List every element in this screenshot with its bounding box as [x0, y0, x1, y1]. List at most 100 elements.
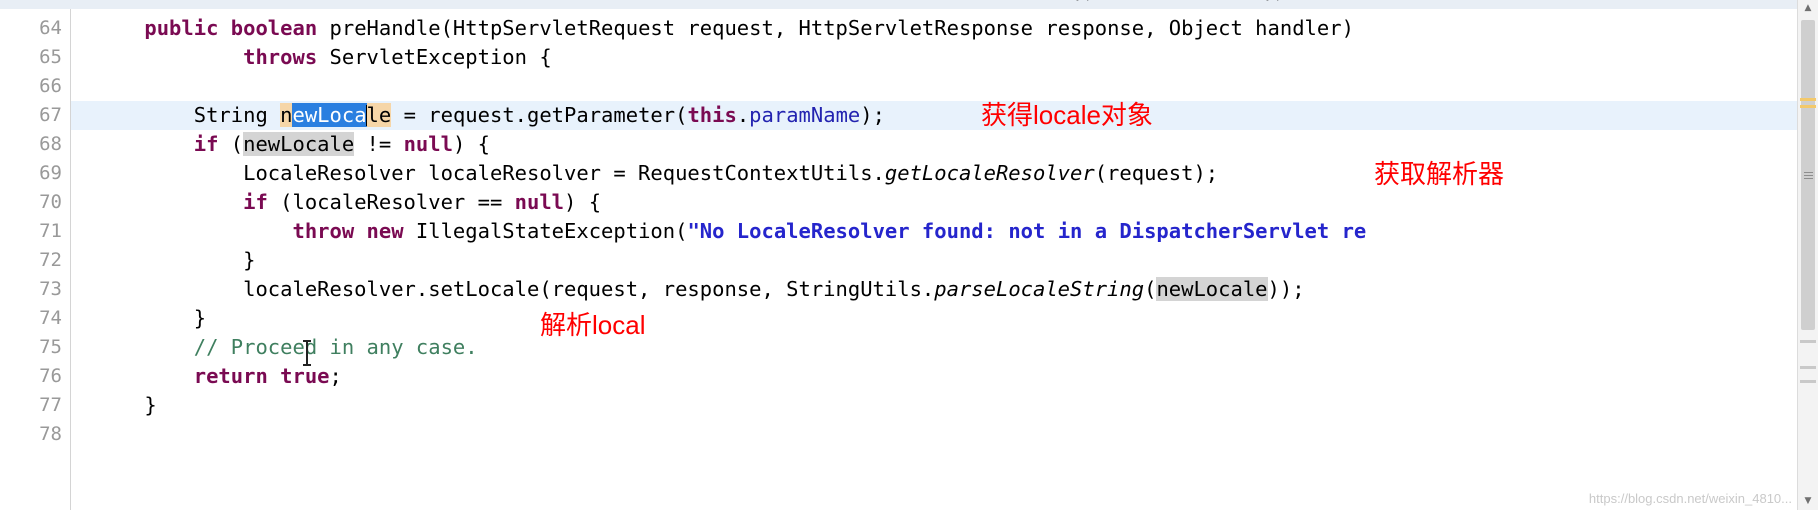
code-line[interactable]: } — [71, 391, 1798, 420]
code-token: } — [95, 393, 157, 417]
code-token: return true — [193, 364, 330, 388]
scrollbar-marker[interactable] — [1800, 340, 1816, 343]
line-number: 76 — [39, 365, 62, 387]
line-number: 66 — [39, 75, 62, 97]
code-token-highlighted: n — [280, 103, 293, 127]
text-cursor-icon — [303, 340, 311, 366]
editor-tab[interactable]: Locale.jsp — [1210, 0, 1284, 8]
code-line-text: LocaleResolver localeResolver = RequestC… — [95, 159, 1218, 188]
red-annotation: 获得locale对象 — [981, 100, 1153, 130]
code-line-text: } — [95, 246, 255, 275]
code-token: null — [514, 190, 565, 214]
code-token: (request); — [1094, 161, 1219, 185]
code-line[interactable]: } — [71, 246, 1798, 275]
code-line-text: localeResolver.setLocale(request, respon… — [95, 275, 1305, 304]
vertical-scrollbar[interactable]: ▲ ▼ — [1797, 0, 1818, 510]
editor-tab-label: Locale.jsp — [1035, 0, 1094, 1]
scrollbar-marker[interactable] — [1800, 366, 1816, 369]
code-line[interactable]: throw new IllegalStateException("No Loca… — [71, 217, 1798, 246]
code-line[interactable]: } — [71, 304, 1798, 333]
red-annotation: 解析local — [540, 310, 646, 340]
editor-tab[interactable]: LocaleResolver — [440, 0, 545, 8]
code-token: != — [354, 132, 404, 156]
code-line[interactable]: if (newLocale != null) { — [71, 130, 1798, 159]
line-number: 71 — [39, 220, 62, 242]
line-number: 64 — [39, 17, 62, 39]
code-token: preHandle(HttpServletRequest request, Ht… — [329, 16, 1354, 40]
line-number: 75 — [39, 336, 62, 358]
code-token: ; — [329, 364, 342, 388]
code-token-highlighted: le — [366, 103, 392, 127]
line-number: 78 — [39, 423, 62, 445]
code-line-current[interactable]: String newLocale = request.getParameter(… — [71, 101, 1798, 130]
code-token: = request.getParameter( — [391, 103, 688, 127]
code-token: localeResolver.setLocale(request, respon… — [95, 277, 935, 301]
code-line[interactable] — [71, 420, 1798, 449]
code-line[interactable]: LocaleResolver localeResolver = RequestC… — [71, 159, 1798, 188]
code-token: String — [95, 103, 281, 127]
scroll-up-arrow-icon[interactable]: ▲ — [1798, 0, 1818, 17]
code-token: "No LocaleResolver found: not in a Dispa… — [687, 219, 1367, 243]
editor-tab-label: Locale.jsp — [1225, 0, 1284, 1]
code-line[interactable] — [71, 72, 1798, 101]
line-number: 70 — [39, 191, 62, 213]
code-token: ) { — [564, 190, 602, 214]
editor-tab[interactable]: LocaleResolver — [700, 0, 805, 8]
code-token: (localeResolver == — [267, 190, 515, 214]
code-line[interactable]: throws ServletException { — [71, 43, 1798, 72]
code-token: } — [95, 306, 207, 330]
code-line[interactable]: localeResolver.setLocale(request, respon… — [71, 275, 1798, 304]
editor-tab-label: LocaleResolver — [715, 0, 805, 1]
code-line-text: String newLocale = request.getParameter(… — [95, 101, 885, 130]
scroll-down-arrow-icon[interactable]: ▼ — [1798, 493, 1818, 510]
code-text-area[interactable]: public boolean preHandle(HttpServletRequ… — [71, 9, 1798, 510]
red-annotation: 获取解析器 — [1374, 159, 1505, 189]
code-editor-screen: LocaleResolver LocaleResolver Locale.jsp… — [0, 0, 1818, 510]
code-token-highlighted: newLocale — [243, 132, 355, 156]
line-number: 69 — [39, 162, 62, 184]
code-line-text: } — [95, 391, 157, 420]
code-token: parseLocaleString — [934, 277, 1145, 301]
code-token: if — [243, 190, 268, 214]
code-token: ( — [1144, 277, 1157, 301]
code-token: throw new — [292, 219, 416, 243]
scrollbar-marker[interactable] — [1800, 105, 1816, 108]
code-token: ( — [218, 132, 244, 156]
code-line[interactable]: // Proceed in any case. — [71, 333, 1798, 362]
code-token: paramName — [749, 103, 861, 127]
line-number: 65 — [39, 46, 62, 68]
editor-tab[interactable]: Locale.jsp — [1020, 0, 1094, 8]
line-number-gutter[interactable]: 64 65 66 67 68 69 70 71 72 73 74 75 76 77 78 — [0, 9, 71, 510]
code-line-text: if (newLocale != null) { — [95, 130, 490, 159]
code-token: ) { — [452, 132, 490, 156]
line-number: 68 — [39, 133, 62, 155]
scrollbar-marker[interactable] — [1800, 380, 1816, 383]
code-line[interactable]: return true; — [71, 362, 1798, 391]
code-token: this — [687, 103, 737, 127]
line-number: 73 — [39, 278, 62, 300]
watermark: https://blog.csdn.net/weixin_4810... — [1588, 491, 1792, 506]
code-line-text: } — [95, 304, 206, 333]
code-token: throws — [243, 45, 330, 69]
code-token: getLocaleResolver — [884, 161, 1095, 185]
line-number: 67 — [39, 104, 62, 126]
code-token: } — [95, 248, 256, 272]
code-line-text: throws ServletException { — [95, 43, 552, 72]
code-line[interactable]: public boolean preHandle(HttpServletRequ… — [71, 14, 1798, 43]
code-token: null — [403, 132, 453, 156]
code-token-highlighted: ewLoca — [292, 103, 367, 127]
scrollbar-grip — [1804, 178, 1813, 179]
scrollbar-marker[interactable] — [1800, 98, 1816, 101]
code-line-text: // Proceed in any case. — [95, 333, 478, 362]
line-number: 72 — [39, 249, 62, 271]
code-token: public boolean — [144, 16, 330, 40]
code-token: // Proceed in any case. — [193, 335, 478, 359]
code-token: LocaleResolver localeResolver = RequestC… — [95, 161, 885, 185]
code-token: ServletException { — [329, 45, 552, 69]
scrollbar-grip — [1804, 172, 1813, 173]
code-line[interactable]: if (localeResolver == null) { — [71, 188, 1798, 217]
